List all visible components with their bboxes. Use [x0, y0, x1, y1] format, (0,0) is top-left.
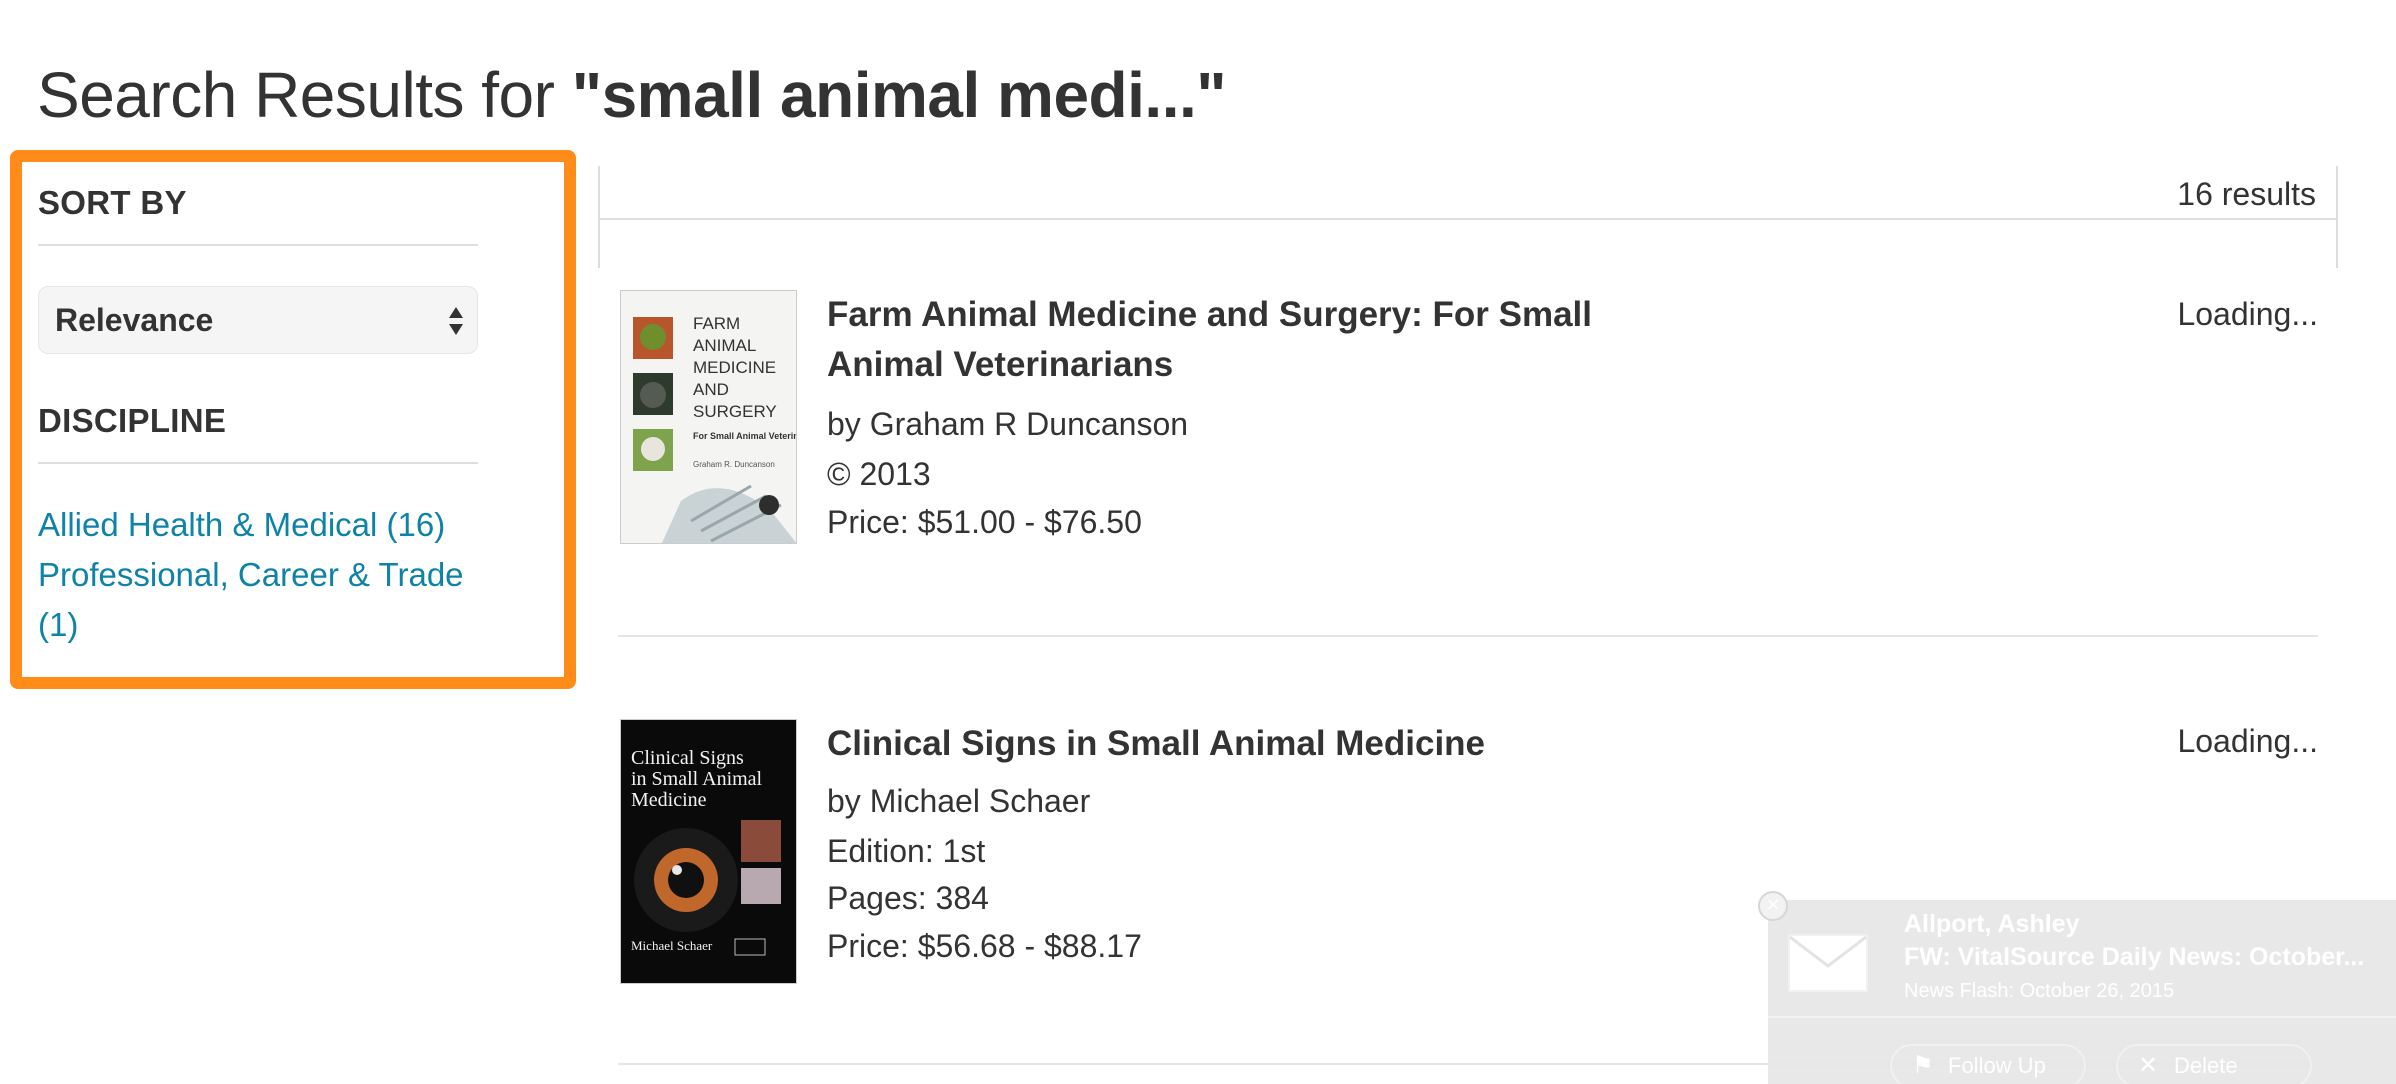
divider: [38, 244, 478, 246]
sort-select-value: Relevance: [55, 302, 214, 338]
results-header: 16 results: [598, 166, 2338, 220]
result-copyright: © 2013: [827, 456, 931, 492]
follow-up-label: Follow Up: [1948, 1053, 2046, 1078]
filter-sidebar: SORT BY Relevance DISCIPLINE Allied Heal…: [10, 150, 576, 689]
cover-author: Michael Schaer: [631, 938, 713, 953]
results-frame: [598, 220, 2338, 268]
discipline-heading: DISCIPLINE: [38, 402, 227, 439]
flag-icon: ⚑: [1912, 1052, 1934, 1079]
result-status: Loading...: [2177, 296, 2318, 332]
discipline-list: Allied Health & Medical (16) Professiona…: [38, 500, 478, 650]
cover-text: SURGERY: [693, 402, 777, 421]
book-cover-image[interactable]: Clinical Signs in Small Animal Medicine …: [620, 719, 797, 984]
cover-text: FARM: [693, 314, 740, 333]
notification-sender: Allport, Ashley: [1904, 910, 2080, 938]
delete-label: Delete: [2174, 1053, 2238, 1078]
sort-by-heading: SORT BY: [38, 184, 187, 221]
divider: [1768, 1016, 2396, 1018]
result-price: Price: $56.68 - $88.17: [827, 928, 1142, 964]
notification-subject: FW: VitalSource Daily News: October...: [1904, 943, 2365, 971]
discipline-link-professional[interactable]: Professional, Career & Trade (1): [38, 550, 478, 650]
book-cover-image[interactable]: FARM ANIMAL MEDICINE AND SURGERY For Sma…: [620, 290, 797, 544]
page-title: Search Results for "small animal medi...…: [37, 58, 1227, 132]
close-icon: ×: [1766, 892, 1780, 917]
close-x-icon: ✕: [2138, 1052, 2159, 1079]
cover-artwork: Clinical Signs in Small Animal Medicine …: [621, 720, 796, 983]
cover-text: AND: [693, 380, 729, 399]
result-divider: [618, 635, 2318, 637]
notification-close-button[interactable]: ×: [1758, 891, 1788, 921]
page-title-prefix: Search Results for: [37, 59, 572, 131]
delete-button[interactable]: ✕ Delete: [2116, 1044, 2312, 1084]
result-title-link[interactable]: Farm Animal Medicine and Surgery: For Sm…: [827, 290, 1647, 390]
cover-text: in Small Animal: [631, 768, 763, 790]
result-author: by Michael Schaer: [827, 783, 1091, 819]
mail-notification[interactable]: Allport, Ashley FW: VitalSource Daily Ne…: [1768, 900, 2396, 1084]
divider: [38, 462, 478, 464]
cover-subtitle: For Small Animal Veterinarians: [693, 431, 797, 441]
cover-text: Medicine: [631, 789, 707, 811]
cover-text: ANIMAL: [693, 336, 756, 355]
notification-preview: News Flash: October 26, 2015: [1904, 980, 2175, 1002]
cover-author: Graham R. Duncanson: [693, 460, 775, 469]
result-status: Loading...: [2177, 723, 2318, 759]
cover-text: Clinical Signs: [631, 747, 744, 769]
cover-text: MEDICINE: [693, 358, 776, 377]
sort-select[interactable]: Relevance: [38, 286, 478, 354]
result-pages: Pages: 384: [827, 880, 989, 916]
results-count: 16 results: [2177, 176, 2316, 212]
search-query: "small animal medi...": [571, 59, 1227, 131]
result-item: FARM ANIMAL MEDICINE AND SURGERY For Sma…: [620, 290, 2318, 590]
envelope-icon: [1788, 934, 1868, 992]
result-title-link[interactable]: Clinical Signs in Small Animal Medicine: [827, 719, 1485, 769]
result-author: by Graham R Duncanson: [827, 406, 1189, 442]
follow-up-button[interactable]: ⚑ Follow Up: [1890, 1044, 2086, 1084]
result-edition: Edition: 1st: [827, 833, 986, 869]
cover-artwork: FARM ANIMAL MEDICINE AND SURGERY For Sma…: [621, 291, 797, 543]
select-arrows-icon: [449, 307, 463, 335]
result-price: Price: $51.00 - $76.50: [827, 504, 1142, 540]
discipline-link-allied-health[interactable]: Allied Health & Medical (16): [38, 500, 478, 550]
